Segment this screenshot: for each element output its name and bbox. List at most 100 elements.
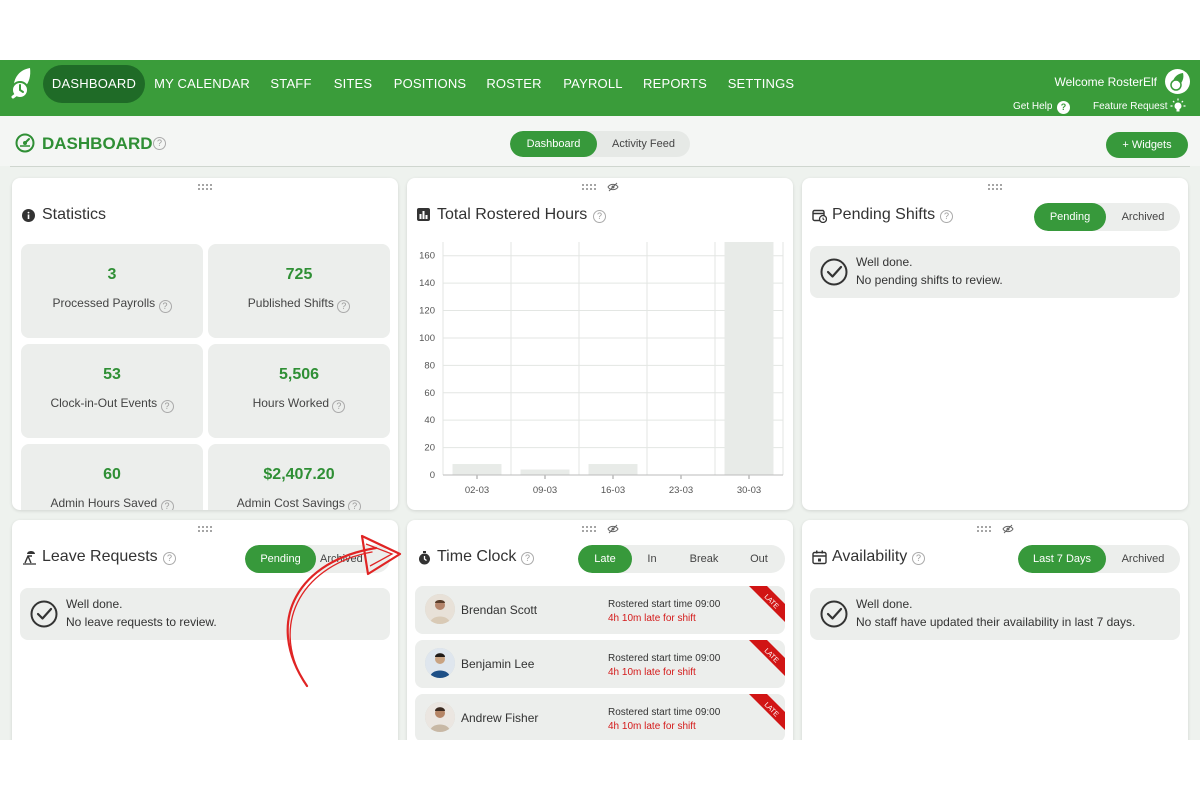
y-tick-label: 40 [424,415,435,426]
stat-label: Processed Payrolls ? [21,296,203,313]
y-tick-label: 140 [419,278,435,289]
tab-late[interactable]: Late [578,545,632,573]
calendar-clock-icon [812,209,827,223]
check-circle-icon [30,600,58,628]
help-icon[interactable]: ? [160,500,174,510]
drag-handle-icon[interactable] [198,526,212,532]
top-navigation-bar: DASHBOARD MY CALENDAR STAFF SITES POSITI… [0,60,1200,116]
pending-shifts-title: Pending Shifts [832,206,936,223]
nav-sites[interactable]: SITES [327,65,379,103]
stat-value: 53 [103,366,121,383]
help-icon[interactable]: ? [521,552,534,565]
nav-payroll[interactable]: PAYROLL [557,65,629,103]
help-icon[interactable]: ? [160,400,174,413]
person-photo-icon [425,594,455,624]
x-tick-label: 09-03 [533,485,557,496]
stat-value: $2,407.20 [263,466,335,483]
availability-notice: Well done. No staff have updated their a… [810,588,1180,640]
tab-pending[interactable]: Pending [245,545,316,573]
tab-activity-feed[interactable]: Activity Feed [597,131,690,157]
x-tick-label: 23-03 [669,485,693,496]
avatar [425,702,455,732]
help-icon[interactable]: ? [337,300,351,313]
lightbulb-icon[interactable] [1170,98,1186,114]
help-icon[interactable]: ? [158,300,172,313]
avatar [425,594,455,624]
rosterelf-logo-icon[interactable] [8,66,36,102]
drag-handle-icon[interactable] [977,526,991,532]
availability-toggle: Last 7 Days Archived [1018,545,1180,573]
welcome-text: Welcome RosterElf [1054,75,1157,89]
leaf-clock-icon [1170,73,1184,91]
stat-label: Hours Worked ? [208,396,390,413]
drag-handle-icon[interactable] [582,526,596,532]
stat-value: 60 [103,466,121,483]
tab-last-7-days[interactable]: Last 7 Days [1018,545,1106,573]
nav-staff[interactable]: STAFF [262,65,320,103]
time-clock-row[interactable]: Andrew Fisher Rostered start time 09:00 … [415,694,785,740]
pending-shifts-toggle: Pending Archived [1034,203,1180,231]
help-icon[interactable]: ? [348,500,362,510]
tab-archived[interactable]: Archived [1106,203,1180,231]
statistics-title: Statistics [42,206,107,223]
avatar [425,648,455,678]
employee-name: Brendan Scott [461,603,538,617]
help-icon[interactable]: ? [912,552,925,565]
calendar-icon [812,550,827,565]
stopwatch-icon [419,551,430,565]
nav-roster[interactable]: ROSTER [481,65,547,103]
person-photo-icon [425,702,455,732]
hide-eye-icon[interactable] [607,524,619,534]
feature-request-link[interactable]: Feature Request [1093,101,1168,112]
drag-handle-icon[interactable] [988,184,1002,190]
employee-name: Benjamin Lee [461,657,535,671]
tab-archived[interactable]: Archived [1106,545,1180,573]
time-clock-row[interactable]: Brendan Scott Rostered start time 09:00 … [415,586,785,634]
rostered-start: Rostered start time 09:00 [608,599,721,610]
bar [452,464,502,475]
leave-requests-widget: Leave Requests ? Pending Archived Well d… [12,520,398,740]
stat-card-hours-worked: 5,506 Hours Worked ? [208,344,390,438]
tab-break[interactable]: Break [674,545,734,573]
time-clock-toggle: Late In Break Out [578,545,785,573]
help-circle-icon[interactable]: ? [1057,101,1070,114]
help-icon[interactable]: ? [153,137,166,150]
nav-dashboard[interactable]: DASHBOARD [43,65,145,103]
drag-handle-icon[interactable] [198,184,212,190]
stat-card-clock-events: 53 Clock-in-Out Events ? [21,344,203,438]
hide-eye-icon[interactable] [1002,524,1014,534]
tab-dashboard[interactable]: Dashboard [510,131,597,157]
time-clock-row[interactable]: Benjamin Lee Rostered start time 09:00 4… [415,640,785,688]
nav-settings[interactable]: SETTINGS [722,65,800,103]
rostered-hours-widget: Total Rostered Hours ? 0 20 40 60 80 100 120 14… [407,178,793,510]
time-clock-widget: Time Clock ? Late In Break Out Brendan S… [407,520,793,740]
help-icon[interactable]: ? [940,210,953,223]
bar [520,469,570,475]
bar [588,464,638,475]
leave-requests-toggle: Pending Archived [245,545,390,573]
user-avatar[interactable] [1165,69,1190,94]
help-icon[interactable]: ? [163,552,176,565]
time-clock-title: Time Clock [437,548,517,565]
rostered-start: Rostered start time 09:00 [608,653,721,664]
nav-reports[interactable]: REPORTS [638,65,712,103]
tab-pending[interactable]: Pending [1034,203,1106,231]
help-icon[interactable]: ? [332,400,346,413]
notice-heading: Well done. [856,597,913,611]
statistics-widget: Statistics 3 Processed Payrolls ? 725 Pu… [12,178,398,510]
page-title: DASHBOARD [42,134,153,153]
leave-requests-title: Leave Requests [42,548,158,565]
check-circle-icon [820,258,848,286]
get-help-link[interactable]: Get Help [1013,101,1052,112]
tab-archived[interactable]: Archived [320,545,390,573]
notice-heading: Well done. [66,597,123,611]
add-widgets-button[interactable]: + Widgets [1106,132,1188,158]
tab-in[interactable]: In [632,545,672,573]
stat-card-published-shifts: 725 Published Shifts ? [208,244,390,338]
nav-my-calendar[interactable]: MY CALENDAR [150,65,254,103]
tab-out[interactable]: Out [736,545,782,573]
stat-label: Admin Cost Savings ? [208,496,390,510]
notice-message: No pending shifts to review. [856,273,1003,287]
x-tick-label: 30-03 [737,485,761,496]
nav-positions[interactable]: POSITIONS [389,65,471,103]
